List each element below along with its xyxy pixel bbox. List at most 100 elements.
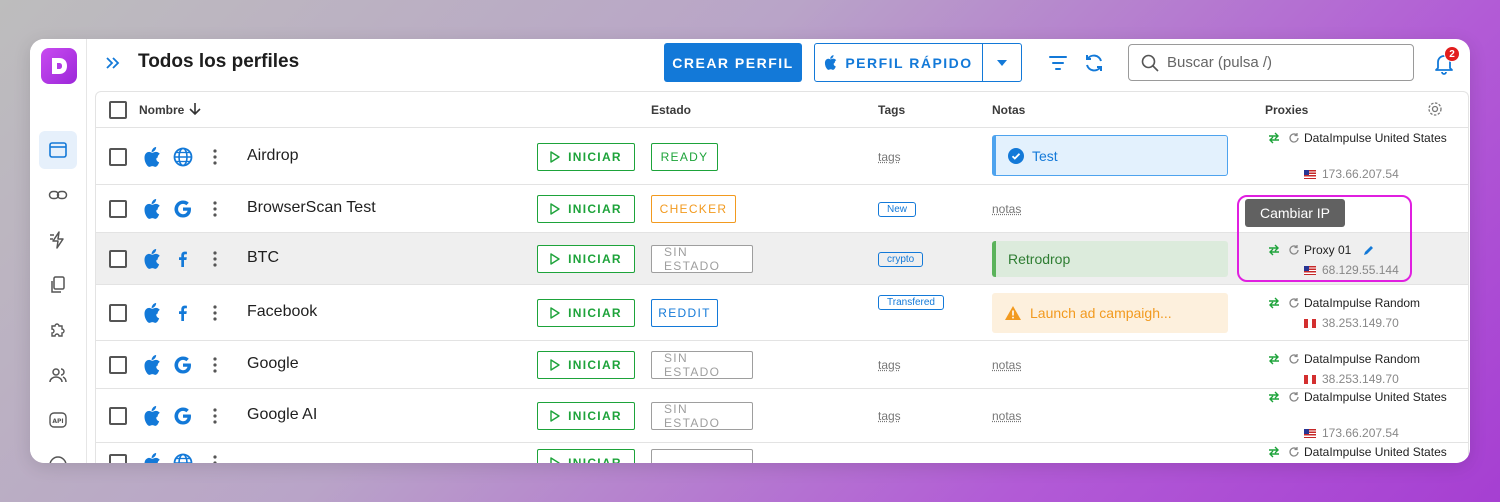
status-badge[interactable]: READY	[651, 142, 718, 171]
notes-placeholder[interactable]: notas	[992, 409, 1021, 423]
row-checkbox[interactable]	[109, 147, 127, 166]
sidebar-item-links[interactable]	[39, 176, 77, 214]
status-badge[interactable]: SIN ESTADO	[651, 245, 753, 273]
table-row[interactable]: Facebook INICIAR REDDIT Transfered Launch ad…	[96, 285, 1468, 341]
start-label: INICIAR	[568, 456, 622, 463]
more-vert-icon[interactable]	[213, 357, 217, 373]
notes-placeholder[interactable]: notas	[992, 358, 1021, 372]
select-all-checkbox[interactable]	[109, 101, 127, 119]
start-profile-button[interactable]: INICIAR	[537, 402, 635, 430]
notes-placeholder[interactable]: notas	[992, 202, 1021, 216]
rotate-icon[interactable]	[1288, 446, 1300, 458]
rotate-icon[interactable]	[1288, 297, 1300, 309]
status-badge[interactable]: REDDIT	[651, 299, 718, 327]
row-checkbox[interactable]	[109, 304, 127, 322]
row-checkbox[interactable]	[109, 200, 127, 218]
more-vert-icon[interactable]	[213, 201, 217, 217]
table-row[interactable]: Airdrop INICIAR READY tags Test DataImpulse …	[96, 128, 1468, 185]
filter-icon[interactable]	[1047, 52, 1069, 74]
app-logo[interactable]	[41, 48, 77, 84]
start-profile-button[interactable]: INICIAR	[537, 351, 635, 379]
profile-name[interactable]: Airdrop	[247, 147, 299, 165]
column-name[interactable]: Nombre	[139, 103, 184, 117]
more-vert-icon[interactable]	[213, 251, 217, 267]
more-vert-icon[interactable]	[213, 305, 217, 321]
table-row[interactable]: Google AI INICIAR SIN ESTADO tags notas Data…	[96, 389, 1468, 443]
more-vert-icon[interactable]	[213, 408, 217, 424]
profile-name[interactable]: Google AI	[247, 406, 317, 424]
rotate-icon[interactable]	[1288, 353, 1300, 365]
sidebar-item-help[interactable]	[39, 446, 77, 463]
row-checkbox[interactable]	[109, 407, 127, 425]
sidebar-item-extensions[interactable]	[39, 311, 77, 349]
row-checkbox[interactable]	[109, 250, 127, 268]
double-chevron-right-icon[interactable]	[103, 53, 123, 73]
rotate-icon[interactable]	[1288, 391, 1300, 403]
profile-name[interactable]: Facebook	[247, 303, 317, 321]
sidebar-item-team[interactable]	[39, 356, 77, 394]
tag-chip[interactable]: crypto	[878, 252, 924, 267]
sidebar-item-clipboard[interactable]	[39, 266, 77, 304]
swap-arrows-icon[interactable]	[1268, 297, 1280, 309]
start-profile-button[interactable]: INICIAR	[537, 449, 635, 463]
proxy-cell[interactable]: DataImpulse United States 173.66.207.54	[1268, 390, 1447, 440]
note-text: Test	[1032, 147, 1058, 164]
table-row[interactable]: INICIAR DataImpulse United States	[96, 443, 1468, 463]
column-status: Estado	[651, 103, 692, 117]
profile-name[interactable]: Google	[247, 355, 299, 373]
tags-placeholder[interactable]: tags	[878, 358, 901, 372]
note-card[interactable]: Test	[992, 135, 1228, 176]
swap-arrows-icon[interactable]	[1268, 353, 1280, 365]
proxy-ip: 38.253.149.70	[1322, 316, 1399, 330]
proxy-cell[interactable]: DataImpulse United States	[1268, 445, 1447, 459]
proxy-cell[interactable]: DataImpulse Random 38.253.149.70	[1268, 352, 1420, 386]
quick-profile-dropdown[interactable]	[983, 59, 1021, 66]
apple-icon	[143, 453, 163, 463]
apple-icon	[143, 303, 163, 323]
start-profile-button[interactable]: INICIAR	[537, 299, 635, 327]
status-badge[interactable]	[651, 449, 753, 463]
sidebar-item-profiles[interactable]	[39, 131, 77, 169]
create-profile-button[interactable]: CREAR PERFIL	[664, 43, 802, 82]
note-card[interactable]: Retrodrop	[992, 241, 1228, 277]
proxy-cell[interactable]: DataImpulse Random 38.253.149.70	[1268, 296, 1420, 330]
apple-icon	[143, 355, 163, 375]
search-field[interactable]	[1128, 44, 1414, 81]
row-checkbox[interactable]	[109, 454, 127, 463]
table-row[interactable]: Google INICIAR SIN ESTADO tags notas DataImp…	[96, 341, 1468, 389]
apple-icon	[143, 199, 163, 219]
note-card[interactable]: Launch ad campaigh...	[992, 293, 1228, 333]
row-checkbox[interactable]	[109, 356, 127, 374]
rotate-icon[interactable]	[1288, 132, 1300, 144]
swap-arrows-icon[interactable]	[1268, 391, 1280, 403]
play-icon	[550, 203, 560, 215]
status-badge[interactable]: CHECKER	[651, 195, 736, 223]
play-icon	[550, 359, 560, 371]
profile-name[interactable]: BTC	[247, 249, 279, 267]
quick-profile-button[interactable]: PERFIL RÁPIDO	[815, 44, 983, 81]
more-vert-icon[interactable]	[213, 455, 217, 463]
tag-chip[interactable]: New	[878, 202, 917, 217]
tags-placeholder[interactable]: tags	[878, 150, 901, 164]
status-badge[interactable]: SIN ESTADO	[651, 351, 753, 379]
users-icon	[49, 368, 67, 383]
settings-gear-icon[interactable]	[1427, 101, 1443, 117]
google-icon	[173, 355, 193, 375]
profile-name[interactable]: BrowserScan Test	[247, 199, 376, 217]
start-profile-button[interactable]: INICIAR	[537, 142, 635, 171]
swap-arrows-icon[interactable]	[1268, 132, 1280, 144]
start-profile-button[interactable]: INICIAR	[537, 245, 635, 273]
start-profile-button[interactable]: INICIAR	[537, 195, 635, 223]
more-vert-icon[interactable]	[213, 148, 217, 165]
swap-arrows-icon[interactable]	[1268, 446, 1280, 458]
sidebar-item-automation[interactable]	[39, 221, 77, 259]
tags-placeholder[interactable]: tags	[878, 409, 901, 423]
search-input[interactable]	[1167, 54, 1387, 71]
sort-down-arrow-icon[interactable]	[188, 102, 202, 116]
tag-chip[interactable]: Transfered	[878, 295, 944, 310]
table-header: Nombre Estado Tags Notas Proxies	[96, 92, 1468, 128]
refresh-icon[interactable]	[1083, 52, 1105, 74]
proxy-cell[interactable]: DataImpulse United States 173.66.207.54	[1268, 131, 1447, 181]
status-badge[interactable]: SIN ESTADO	[651, 402, 753, 430]
sidebar-item-api[interactable]: API	[39, 401, 77, 439]
